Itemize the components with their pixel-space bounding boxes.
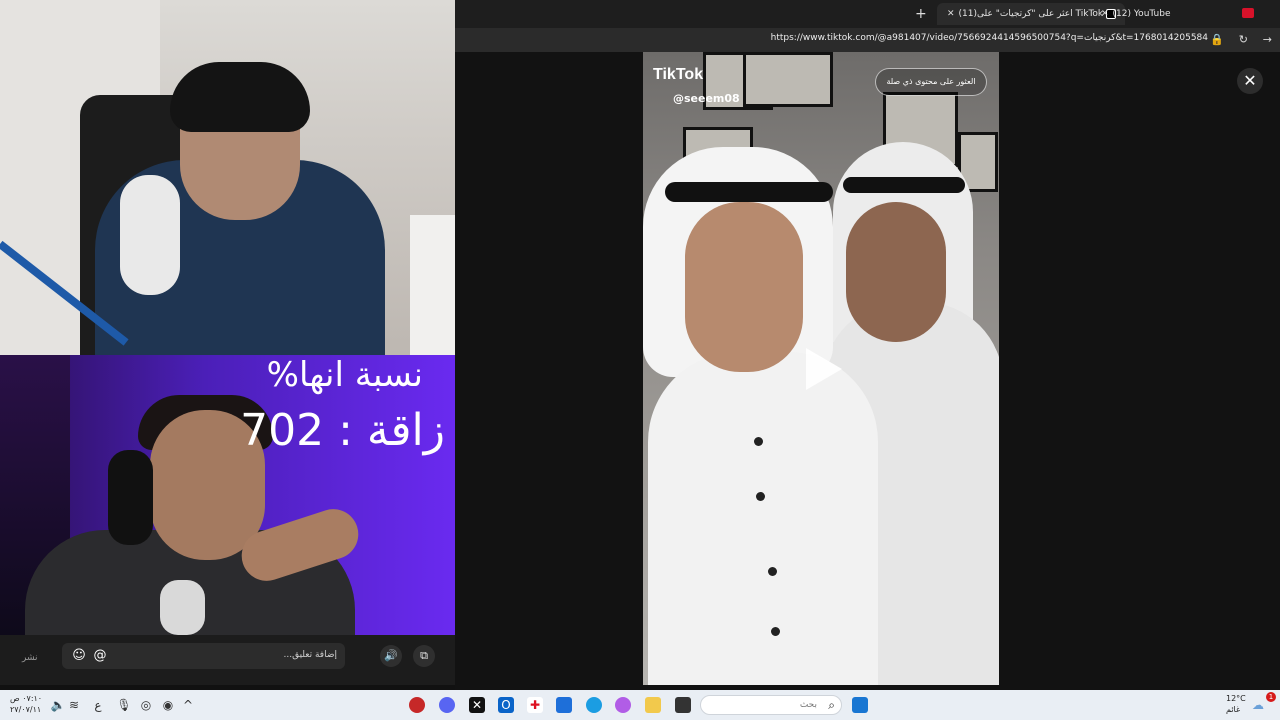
- close-icon[interactable]: ✕: [1237, 68, 1263, 94]
- tray-app-icon[interactable]: ◎: [138, 697, 154, 713]
- microphone: [120, 175, 180, 295]
- clock[interactable]: ٠٧:١٠ ص ٢٧/٠٧/١١: [10, 693, 42, 715]
- task-view-icon[interactable]: [675, 697, 691, 713]
- reload-icon[interactable]: ↻: [1239, 33, 1248, 47]
- chevron-up-icon[interactable]: ^: [180, 697, 196, 713]
- tab-strip: + ✕ (11)اعثر على "كرتجيات" على TikTok ✕ (1…: [455, 0, 1280, 28]
- webcam-top-streamer: [0, 0, 455, 355]
- clock-time: ٠٧:١٠ ص: [10, 694, 43, 703]
- wifi-icon[interactable]: ≋: [66, 697, 82, 713]
- forward-icon[interactable]: →: [1263, 33, 1272, 47]
- clock-date: ٢٧/٠٧/١١: [10, 705, 42, 714]
- store-icon[interactable]: [556, 697, 572, 713]
- find-related-button[interactable]: العثور على محتوى ذي صلة: [875, 68, 987, 96]
- tab-tiktok-label: (11)اعثر على "كرتجيات" على TikTok: [958, 9, 1104, 19]
- agal-left: [665, 182, 833, 202]
- comment-bar: نشر ☺ @ إضافة تعليق... 🔊 ⧉: [0, 635, 455, 685]
- webcam-bottom-streamer: نسبة انها% زاقة : 702: [0, 355, 455, 635]
- play-icon[interactable]: [806, 348, 842, 390]
- language-indicator[interactable]: ع: [90, 697, 106, 713]
- edge-icon[interactable]: [586, 697, 602, 713]
- thobe-button: [771, 627, 780, 636]
- start-icon[interactable]: [852, 697, 868, 713]
- shelf: [410, 215, 455, 355]
- capcut-icon[interactable]: ✕: [469, 697, 485, 713]
- taskbar-search[interactable]: بحث ⌕: [700, 695, 842, 715]
- mic-icon[interactable]: 🎙: [116, 697, 132, 713]
- pinned-app-icon[interactable]: [409, 697, 425, 713]
- weather[interactable]: 12°C غائم: [1226, 693, 1246, 715]
- close-tab-icon[interactable]: ✕: [1101, 9, 1109, 19]
- taskbar: ٠٧:١٠ ص ٢٧/٠٧/١١ 🔈 ≋ ع 🎙 ◎ ◉ ^ ✕ O ✚ بحث…: [0, 690, 1280, 720]
- gift-icon[interactable]: ✚: [527, 697, 543, 713]
- tiktok-viewer: TikTok @seeem08 العثور على محتوى ذي صلة …: [455, 52, 1280, 690]
- agal-right: [843, 177, 965, 193]
- thobe-button: [768, 567, 777, 576]
- comment-input[interactable]: ☺ @ إضافة تعليق...: [62, 643, 345, 669]
- wall-frame: [743, 52, 833, 107]
- tray-app-icon[interactable]: ◉: [160, 697, 176, 713]
- thobe-button: [756, 492, 765, 501]
- speaker-icon[interactable]: 🔈: [50, 697, 66, 713]
- notification-badge[interactable]: 1: [1266, 692, 1276, 702]
- lock-icon[interactable]: 🔒: [1210, 33, 1224, 47]
- overlay-line-1: نسبة انها%: [266, 355, 423, 395]
- copy-link-icon[interactable]: ⧉: [413, 645, 435, 667]
- new-tab-button[interactable]: +: [915, 3, 927, 25]
- weather-temp: 12°C: [1226, 694, 1246, 703]
- volume-icon[interactable]: 🔊: [380, 645, 402, 667]
- search-icon: ⌕: [828, 698, 835, 712]
- headset: [108, 450, 153, 545]
- outlook-icon[interactable]: O: [498, 697, 514, 713]
- tiktok-username[interactable]: @seeem08: [673, 92, 740, 105]
- search-placeholder: بحث: [799, 700, 817, 710]
- tab-youtube-label: (12) YouTube: [1112, 9, 1171, 19]
- file-explorer-icon[interactable]: [645, 697, 661, 713]
- tiktok-logo: TikTok: [653, 66, 704, 83]
- video-player[interactable]: TikTok @seeem08 العثور على محتوى ذي صلة: [643, 52, 999, 685]
- emoji-icon[interactable]: ☺: [70, 647, 88, 665]
- weather-desc: غائم: [1226, 705, 1241, 714]
- mention-icon[interactable]: @: [91, 647, 109, 665]
- face-left: [685, 202, 803, 372]
- window-control-icon[interactable]: [1242, 8, 1254, 18]
- discord-icon[interactable]: [439, 697, 455, 713]
- overlay-line-2: زاقة : 702: [240, 405, 445, 456]
- comment-placeholder: إضافة تعليق...: [283, 650, 337, 660]
- thobe-button: [754, 437, 763, 446]
- screen: نسبة انها% زاقة : 702 نشر ☺ @ إضافة تعلي…: [0, 0, 1280, 720]
- thobe-left: [648, 352, 878, 685]
- face-right: [846, 202, 946, 342]
- url-text[interactable]: https://www.tiktok.com/@a981407/video/75…: [771, 33, 1208, 43]
- microphone-2: [160, 580, 205, 635]
- browser-window: + ✕ (11)اعثر على "كرتجيات" على TikTok ✕ (1…: [455, 0, 1280, 690]
- post-label[interactable]: نشر: [22, 653, 38, 663]
- streamer-hair: [170, 62, 310, 132]
- tab-youtube[interactable]: ✕ (12) YouTube: [1097, 3, 1170, 25]
- close-tab-icon[interactable]: ✕: [947, 9, 955, 19]
- copilot-icon[interactable]: [615, 697, 631, 713]
- cloud-icon[interactable]: ☁: [1250, 697, 1266, 713]
- address-bar[interactable]: https://www.tiktok.com/@a981407/video/75…: [455, 28, 1280, 52]
